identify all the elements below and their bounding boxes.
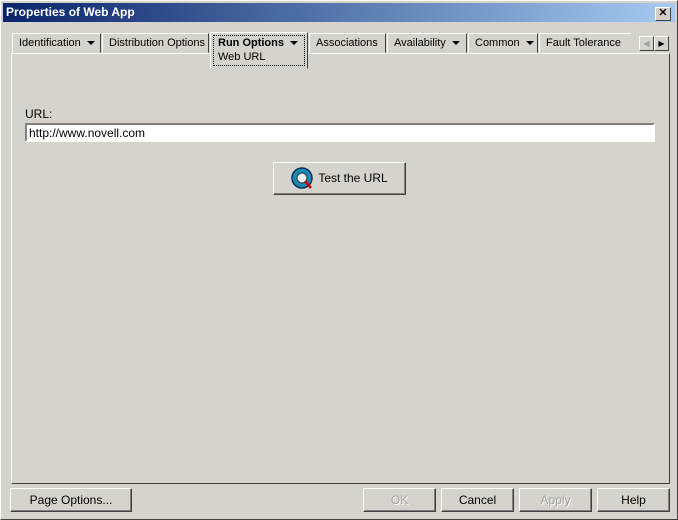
url-label: URL: <box>25 107 53 121</box>
chevron-down-icon[interactable] <box>86 41 95 46</box>
tab-associations[interactable]: Associations <box>309 33 386 53</box>
window-title: Properties of Web App <box>6 5 135 19</box>
tab-availability[interactable]: Availability <box>387 33 467 53</box>
tab-scroll-left-button[interactable]: ◀ <box>639 36 654 51</box>
help-label: Help <box>621 493 646 507</box>
tab-label: Run Options <box>218 37 284 49</box>
page-options-button[interactable]: Page Options... <box>10 488 132 512</box>
chevron-down-icon[interactable] <box>525 41 534 46</box>
chevron-down-icon[interactable] <box>451 41 460 46</box>
tab-common[interactable]: Common <box>468 33 538 53</box>
test-url-button[interactable]: Test the URL <box>273 162 406 195</box>
chevron-down-icon[interactable] <box>290 41 298 46</box>
apply-button[interactable]: Apply <box>519 488 592 512</box>
apply-label: Apply <box>540 493 571 507</box>
tab-label: Common <box>475 37 520 49</box>
tab-label: Fault Tolerance <box>546 37 622 49</box>
help-button[interactable]: Help <box>597 488 670 512</box>
subtab-web-url[interactable]: Web URL <box>218 50 300 64</box>
properties-dialog: Properties of Web App ✕ Identification D… <box>0 0 678 520</box>
page-options-label: Page Options... <box>29 493 113 507</box>
tab-run-options[interactable]: Run Options Web URL <box>210 32 308 69</box>
cancel-button[interactable]: Cancel <box>441 488 514 512</box>
tab-panel <box>11 53 670 484</box>
tab-distribution-options[interactable]: Distribution Options <box>102 33 209 53</box>
tab-identification[interactable]: Identification <box>12 33 101 53</box>
title-bar: Properties of Web App ✕ <box>3 3 675 22</box>
tab-label: Distribution Options <box>109 37 205 49</box>
url-input[interactable] <box>25 123 655 142</box>
close-button[interactable]: ✕ <box>655 7 671 21</box>
tab-fault-tolerance[interactable]: Fault Tolerance <box>539 33 631 53</box>
test-url-label: Test the URL <box>318 171 388 185</box>
ok-button[interactable]: OK <box>363 488 436 512</box>
ok-label: OK <box>390 493 409 507</box>
cancel-label: Cancel <box>458 493 497 507</box>
tab-label: Associations <box>316 37 378 49</box>
tab-label: Identification <box>19 37 81 49</box>
tab-scroll-right-button[interactable]: ▶ <box>654 36 669 51</box>
tab-label: Availability <box>394 37 446 49</box>
magnifier-icon <box>291 167 314 189</box>
